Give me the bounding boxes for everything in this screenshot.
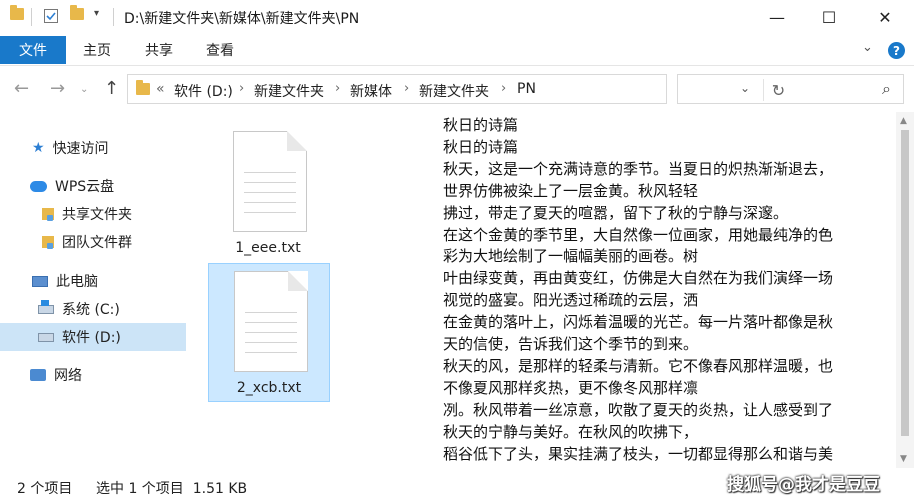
sidebar-item-network[interactable]: 网络 xyxy=(0,361,186,389)
preview-line: 叶由绿变黄，再由黄变红，仿佛是大自然在为我们演绎一场 xyxy=(443,269,834,288)
breadcrumb-new-media[interactable]: 新媒体 xyxy=(350,81,392,101)
search-icon: ⌕ xyxy=(882,79,891,98)
divider xyxy=(113,8,114,26)
watermark: 搜狐号@我才是豆豆 xyxy=(727,475,880,495)
preview-text: 秋日的诗篇 秋日的诗篇 秋天，这是一个充满诗意的季节。当夏日的炽热渐渐退去， 世界仿佛… xyxy=(443,115,889,468)
preview-line: 冽。秋风带着一丝凉意，吹散了夏天的炎热，让人感受到了 xyxy=(443,400,834,419)
sidebar-item-this-pc[interactable]: 此电脑 xyxy=(0,267,186,295)
sidebar-item-label: 软件 (D:) xyxy=(62,330,121,346)
sidebar-item-drive-d[interactable]: 软件 (D:) xyxy=(0,323,186,351)
star-icon: ★ xyxy=(32,140,45,156)
system-drive-icon xyxy=(38,299,54,314)
sidebar-item-label: 快速访问 xyxy=(52,141,109,157)
sidebar-item-shared-folder[interactable]: 共享文件夹 xyxy=(0,200,186,228)
file-name: 1_eee.txt xyxy=(235,240,301,256)
selection-info: 选中 1 个项目 1.51 KB xyxy=(96,481,248,497)
back-arrow-icon[interactable]: ← xyxy=(14,78,29,99)
breadcrumb-drive-d[interactable]: 软件 (D:) xyxy=(174,81,233,101)
maximize-button[interactable]: ☐ xyxy=(806,0,852,34)
preview-line: 秋天的风，是那样的轻柔与清新。它不像春风那样温暖，也 xyxy=(443,356,834,375)
preview-line: 拂过，带走了夏天的喧嚣，留下了秋的宁静与深邃。 xyxy=(443,203,789,222)
chevron-right-icon[interactable]: › xyxy=(239,81,244,96)
scroll-up-icon[interactable]: ▲ xyxy=(900,116,907,126)
recent-locations-icon[interactable]: ⌄ xyxy=(80,84,88,95)
team-folder-icon xyxy=(42,236,54,249)
vertical-scrollbar[interactable]: ▲ ▼ xyxy=(896,112,914,468)
sidebar-item-label: 此电脑 xyxy=(56,274,98,290)
divider xyxy=(31,8,32,26)
preview-line: 天的信使，告诉我们这个季节的到来。 xyxy=(443,335,699,354)
scrollbar-thumb[interactable] xyxy=(901,130,909,436)
chevron-right-icon[interactable]: › xyxy=(501,81,506,96)
tab-view[interactable]: 查看 xyxy=(206,36,234,64)
tab-share[interactable]: 共享 xyxy=(145,36,173,64)
forward-arrow-icon[interactable]: → xyxy=(50,78,65,99)
sidebar-item-label: WPS云盘 xyxy=(55,179,115,195)
up-arrow-icon[interactable]: ↑ xyxy=(104,78,119,99)
cloud-icon xyxy=(30,180,47,192)
preview-line: 稻谷低下了头，果实挂满了枝头，一切都显得那么和谐与美 xyxy=(443,444,834,463)
ribbon: 文件 主页 共享 查看 ⌄ ? xyxy=(0,34,914,66)
folder-icon xyxy=(10,5,24,20)
preview-line: 在这个金黄的季节里，大自然像一位画家，用她最纯净的色 xyxy=(443,225,834,244)
window-title: D:\新建文件夹\新媒体\新建文件夹\PN xyxy=(124,11,360,27)
preview-pane: 秋日的诗篇 秋日的诗篇 秋天，这是一个充满诗意的季节。当夏日的炽热渐渐退去， 世界仿佛… xyxy=(426,112,896,468)
sidebar-item-label: 系统 (C:) xyxy=(62,302,120,318)
sidebar-item-label: 团队文件群 xyxy=(62,235,132,251)
tab-home[interactable]: 主页 xyxy=(83,36,111,64)
sidebar-item-quick-access[interactable]: ★ 快速访问 xyxy=(0,134,186,162)
preview-line: 在金黄的落叶上，闪烁着温暖的光芒。每一片落叶都像是秋 xyxy=(443,313,834,332)
new-folder-icon[interactable] xyxy=(70,5,84,20)
help-button[interactable]: ? xyxy=(888,42,905,59)
shared-folder-icon xyxy=(42,208,54,221)
preview-line: 秋天，这是一个充满诗意的季节。当夏日的炽热渐渐退去， xyxy=(443,159,834,178)
file-name: 2_xcb.txt xyxy=(236,380,302,396)
file-list: 1_eee.txt 2_xcb.txt xyxy=(186,112,426,468)
scroll-down-icon[interactable]: ▼ xyxy=(900,454,907,464)
preview-line: 世界仿佛被染上了一层金黄。秋风轻轻 xyxy=(443,181,699,200)
file-item-selected[interactable]: 2_xcb.txt xyxy=(208,263,330,402)
title-bar: ▾ D:\新建文件夹\新媒体\新建文件夹\PN — ☐ ✕ xyxy=(0,0,914,34)
drive-icon xyxy=(38,332,54,342)
preview-line: 秋日的诗篇 xyxy=(443,116,519,134)
preview-line: 秋日的诗篇 xyxy=(443,137,519,156)
network-icon xyxy=(30,369,46,381)
item-count: 2 个项目 xyxy=(17,481,73,497)
preview-line: 视觉的盛宴。阳光透过稀疏的云层，洒 xyxy=(443,291,699,310)
sidebar-item-label: 共享文件夹 xyxy=(62,207,132,223)
search-input[interactable]: ⌕ xyxy=(677,74,904,104)
computer-icon xyxy=(32,275,48,287)
file-item[interactable]: 1_eee.txt xyxy=(208,125,330,264)
chevron-right-icon[interactable]: › xyxy=(404,81,409,96)
tab-file[interactable]: 文件 xyxy=(0,36,66,64)
minimize-button[interactable]: — xyxy=(754,0,800,34)
sidebar-item-drive-c[interactable]: 系统 (C:) xyxy=(0,295,186,323)
status-bar: 2 个项目 选中 1 个项目 1.51 KB 搜狐号@我才是豆豆 xyxy=(0,468,914,500)
address-bar[interactable]: « 软件 (D:) › 新建文件夹 › 新媒体 › 新建文件夹 › PN ⌄ ↻ xyxy=(127,74,785,104)
chevron-down-icon[interactable]: ⌄ xyxy=(862,40,873,55)
breadcrumb-pn[interactable]: PN xyxy=(517,81,536,97)
breadcrumb-new-folder[interactable]: 新建文件夹 xyxy=(254,81,324,101)
text-file-icon xyxy=(234,271,308,372)
text-file-icon xyxy=(233,131,307,232)
breadcrumb-new-folder-2[interactable]: 新建文件夹 xyxy=(419,81,489,101)
preview-line: 不像夏风那样炙热，更不像冬风那样凛 xyxy=(443,378,699,397)
navigation-pane: ★ 快速访问 WPS云盘 共享文件夹 团队文件群 此电脑 系统 (C:) 软件 … xyxy=(0,112,186,468)
chevron-right-icon[interactable]: › xyxy=(335,81,340,96)
preview-line: 彩为大地绘制了一幅幅美丽的画卷。树 xyxy=(443,247,699,266)
sidebar-item-team-folder[interactable]: 团队文件群 xyxy=(0,228,186,256)
overflow-chevron-icon[interactable]: « xyxy=(156,81,165,97)
sidebar-item-wps-cloud[interactable]: WPS云盘 xyxy=(0,172,186,200)
preview-line: 秋天的宁静与美好。在秋风的吹拂下， xyxy=(443,422,699,441)
properties-icon[interactable] xyxy=(43,8,59,24)
navigation-bar: ← → ⌄ ↑ « 软件 (D:) › 新建文件夹 › 新媒体 › 新建文件夹 … xyxy=(0,66,914,112)
close-button[interactable]: ✕ xyxy=(862,0,908,34)
folder-icon xyxy=(136,80,150,99)
customize-toolbar-icon[interactable]: ▾ xyxy=(94,8,99,19)
sidebar-item-label: 网络 xyxy=(54,368,82,384)
